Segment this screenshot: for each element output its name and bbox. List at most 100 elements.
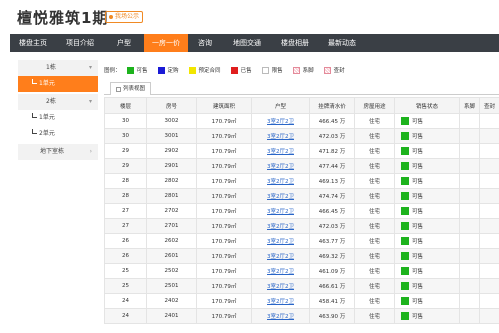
table-cell <box>479 113 499 129</box>
floorplan-link[interactable]: 3室2厅2卫 <box>251 173 310 189</box>
table-row[interactable]: 28 2802 170.79㎡ 3室2厅2卫 469.13 万住宅 可售 <box>104 173 499 189</box>
table-row[interactable]: 29 2902 170.79㎡ 3室2厅2卫 471.82 万住宅 可售 <box>104 143 499 159</box>
floorplan-link[interactable]: 3室2厅2卫 <box>251 143 310 159</box>
table-cell: 3001 <box>146 128 197 144</box>
status-text: 可售 <box>412 164 424 170</box>
nav-item-floorplans[interactable]: 户型 <box>104 34 144 52</box>
floorplan-link[interactable]: 3室2厅2卫 <box>251 233 310 249</box>
table-cell: 2802 <box>146 173 197 189</box>
floorplan-link[interactable]: 3室2厅2卫 <box>251 113 310 129</box>
tab-list-view[interactable]: 列表视图 <box>110 82 152 95</box>
table-cell: 2502 <box>146 263 197 279</box>
table-cell: 2401 <box>146 308 197 324</box>
notice-badge[interactable]: 我场公示 <box>105 11 144 23</box>
floorplan-link[interactable]: 3室2厅2卫 <box>251 278 310 294</box>
legend-text: 定购 <box>167 68 179 74</box>
sidebar-building-1[interactable]: 1栋 ▾ <box>18 60 98 76</box>
tab-list-view-label: 列表视图 <box>123 86 146 92</box>
table-row[interactable]: 27 2702 170.79㎡ 3室2厅2卫 466.45 万住宅 可售 <box>104 203 499 219</box>
table-cell: 可售 <box>394 293 460 309</box>
table-cell: 170.79㎡ <box>196 278 252 294</box>
table-row[interactable]: 25 2501 170.79㎡ 3室2厅2卫 466.61 万住宅 可售 <box>104 278 499 294</box>
table-cell: 28 <box>104 188 147 204</box>
status-text: 可售 <box>412 134 424 140</box>
table-cell: 472.03 万 <box>309 128 355 144</box>
floorplan-link[interactable]: 3室2厅2卫 <box>251 263 310 279</box>
table-cell <box>459 143 480 159</box>
sidebar-basement[interactable]: 地下室栋 › <box>18 144 98 160</box>
table-cell <box>479 173 499 189</box>
table-row[interactable]: 27 2701 170.79㎡ 3室2厅2卫 472.03 万住宅 可售 <box>104 218 499 234</box>
legend-text: 限售 <box>271 68 283 74</box>
table-cell: 住宅 <box>354 158 395 174</box>
table-row[interactable]: 29 2901 170.79㎡ 3室2厅2卫 477.44 万住宅 可售 <box>104 158 499 174</box>
status-indicator <box>401 297 409 305</box>
status-text: 可售 <box>412 194 424 200</box>
table-cell: 可售 <box>394 158 460 174</box>
status-text: 可售 <box>412 179 424 185</box>
tree-branch-icon <box>32 129 37 134</box>
table-cell <box>459 158 480 174</box>
status-legend: 图例： 可售 定购 预定合同 已售 限售 系脚 查封 <box>104 66 355 74</box>
table-cell: 住宅 <box>354 263 395 279</box>
status-cell: 可售 <box>396 267 459 275</box>
status-text: 可售 <box>412 239 424 245</box>
table-cell <box>459 233 480 249</box>
table-row[interactable]: 24 2401 170.79㎡ 3室2厅2卫 463.90 万住宅 可售 <box>104 308 499 324</box>
floorplan-link[interactable]: 3室2厅2卫 <box>251 158 310 174</box>
table-cell: 2601 <box>146 248 197 264</box>
status-cell: 可售 <box>396 252 459 260</box>
floorplan-link[interactable]: 3室2厅2卫 <box>251 128 310 144</box>
table-row[interactable]: 26 2601 170.79㎡ 3室2厅2卫 469.32 万住宅 可售 <box>104 248 499 264</box>
table-row[interactable]: 30 3001 170.79㎡ 3室2厅2卫 472.03 万住宅 可售 <box>104 128 499 144</box>
unit-price-table: 楼层 房号 建筑面积 户型 挂牌清水价 房屋用途 销售状态 系脚 查封 30 30… <box>104 97 499 324</box>
nav-item-photo-album[interactable]: 楼盘相册 <box>272 34 318 52</box>
table-row[interactable]: 24 2402 170.79㎡ 3室2厅2卫 458.41 万住宅 可售 <box>104 293 499 309</box>
sidebar-unit-2-2[interactable]: 2单元 <box>18 126 98 142</box>
sidebar-building-2[interactable]: 2栋 ▾ <box>18 94 98 110</box>
nav-item-project-intro[interactable]: 项目介绍 <box>56 34 104 52</box>
table-row[interactable]: 28 2801 170.79㎡ 3室2厅2卫 474.74 万住宅 可售 <box>104 188 499 204</box>
nav-item-latest-news[interactable]: 最新动态 <box>318 34 366 52</box>
status-cell: 可售 <box>396 177 459 185</box>
table-cell: 28 <box>104 173 147 189</box>
status-text: 可售 <box>412 149 424 155</box>
table-row[interactable]: 26 2602 170.79㎡ 3室2厅2卫 463.77 万住宅 可售 <box>104 233 499 249</box>
table-cell: 25 <box>104 263 147 279</box>
table-cell: 170.79㎡ <box>196 263 252 279</box>
table-cell: 2902 <box>146 143 197 159</box>
nav-item-unit-prices[interactable]: 一房一价 <box>144 34 188 52</box>
tree-branch-icon <box>32 79 37 84</box>
floorplan-link[interactable]: 3室2厅2卫 <box>251 188 310 204</box>
floorplan-link[interactable]: 3室2厅2卫 <box>251 218 310 234</box>
status-cell: 可售 <box>396 207 459 215</box>
table-cell: 2501 <box>146 278 197 294</box>
table-cell: 170.79㎡ <box>196 173 252 189</box>
sidebar-unit-2-1[interactable]: 1单元 <box>18 110 98 126</box>
floorplan-link[interactable]: 3室2厅2卫 <box>251 308 310 324</box>
nav-item-home[interactable]: 楼盘主页 <box>10 34 56 52</box>
table-cell: 可售 <box>394 143 460 159</box>
table-row[interactable]: 25 2502 170.79㎡ 3室2厅2卫 461.09 万住宅 可售 <box>104 263 499 279</box>
table-cell: 472.03 万 <box>309 218 355 234</box>
table-cell: 3002 <box>146 113 197 129</box>
table-cell: 25 <box>104 278 147 294</box>
column-header: 销售状态 <box>394 97 460 114</box>
nav-item-consult[interactable]: 咨询 <box>188 34 222 52</box>
table-row[interactable]: 30 3002 170.79㎡ 3室2厅2卫 466.45 万住宅 可售 <box>104 113 499 129</box>
floorplan-link[interactable]: 3室2厅2卫 <box>251 293 310 309</box>
column-header: 楼层 <box>104 97 147 114</box>
table-cell <box>459 188 480 204</box>
status-indicator <box>401 192 409 200</box>
table-cell: 可售 <box>394 128 460 144</box>
sidebar-unit-1-1[interactable]: 1单元 <box>18 76 98 92</box>
status-indicator <box>401 207 409 215</box>
table-cell: 可售 <box>394 173 460 189</box>
legend-item-sold: 已售 <box>230 66 252 74</box>
floorplan-link[interactable]: 3室2厅2卫 <box>251 248 310 264</box>
status-text: 可售 <box>412 299 424 305</box>
floorplan-link[interactable]: 3室2厅2卫 <box>251 203 310 219</box>
table-cell: 26 <box>104 233 147 249</box>
legend-label: 图例： <box>104 68 121 74</box>
nav-item-map-transport[interactable]: 地图交通 <box>222 34 272 52</box>
